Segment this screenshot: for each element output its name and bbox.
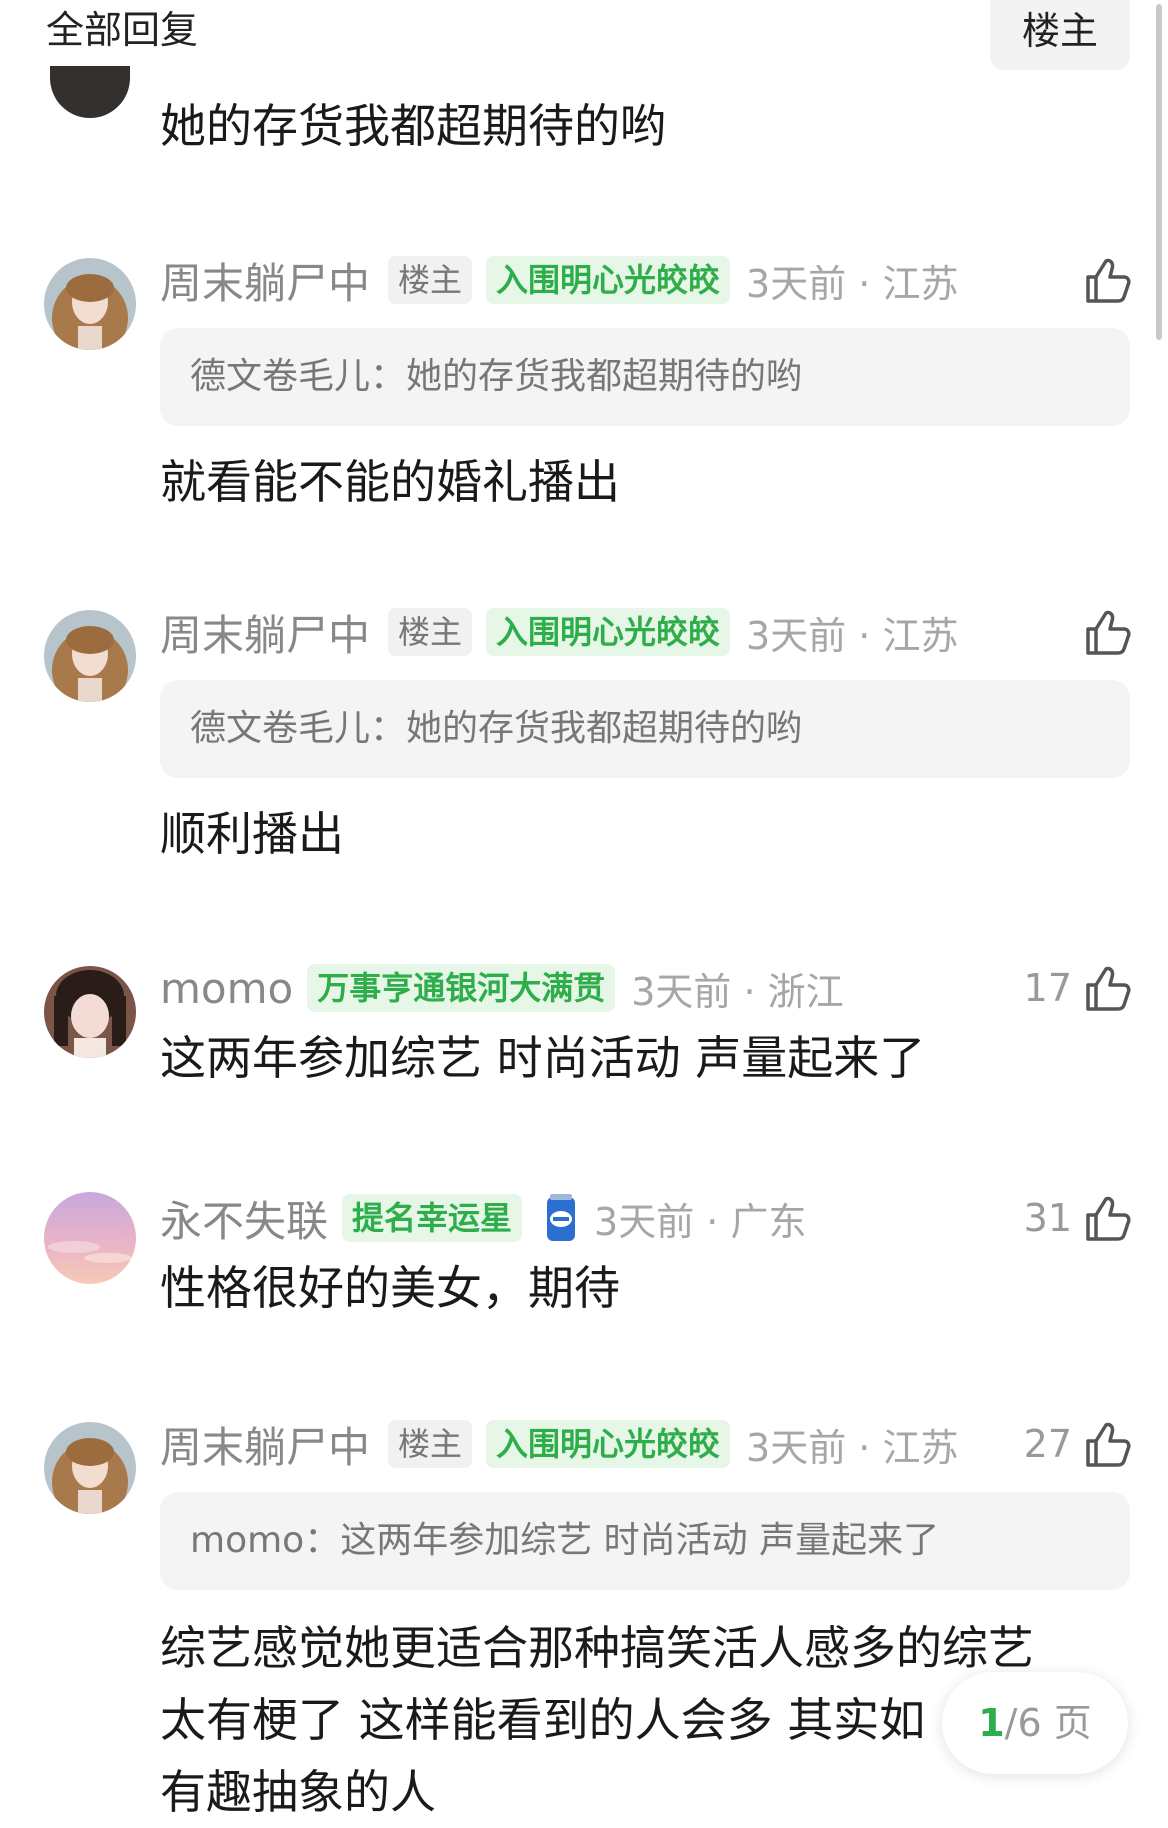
comment-meta: momo 万事亨通银河大满贯 3天前 · 浙江 bbox=[160, 958, 844, 1018]
thumbs-up-icon[interactable] bbox=[1082, 607, 1132, 657]
username[interactable]: momo bbox=[160, 964, 293, 1013]
medal-badge[interactable]: 入围明心光皎皎 bbox=[486, 256, 731, 304]
scrollbar[interactable] bbox=[1156, 4, 1162, 340]
like-count: 27 bbox=[1023, 1422, 1072, 1466]
total-pages: /6 bbox=[1004, 1701, 1042, 1745]
quoted-reply[interactable]: 德文卷毛儿：她的存货我都超期待的哟 bbox=[160, 680, 1130, 778]
thumbs-up-icon[interactable] bbox=[1082, 1193, 1132, 1243]
page-title: 全部回复 bbox=[46, 8, 199, 52]
like-area[interactable]: 27 bbox=[1024, 1414, 1132, 1474]
comment-text: 这两年参加综艺 时尚活动 声量起来了 bbox=[160, 1031, 926, 1085]
username[interactable]: 永不失联 bbox=[160, 1188, 328, 1249]
timestamp-location: 3天前 · 江苏 bbox=[746, 261, 959, 306]
avatar[interactable] bbox=[50, 66, 130, 118]
comment-text: 就看能不能的婚礼播出 bbox=[160, 455, 620, 509]
avatar[interactable] bbox=[44, 1192, 136, 1284]
beverage-can-icon bbox=[544, 1193, 578, 1243]
thumbs-up-icon[interactable] bbox=[1082, 963, 1132, 1013]
username[interactable]: 周末躺尸中 bbox=[160, 250, 370, 311]
thumbs-up-icon[interactable] bbox=[1082, 1419, 1132, 1469]
like-area[interactable] bbox=[1082, 602, 1132, 662]
timestamp-location: 3天前 · 广东 bbox=[594, 1199, 807, 1244]
quoted-reply[interactable]: 德文卷毛儿：她的存货我都超期待的哟 bbox=[160, 328, 1130, 426]
like-area[interactable] bbox=[1082, 250, 1132, 310]
host-only-button[interactable]: 楼主 bbox=[990, 0, 1130, 70]
avatar[interactable] bbox=[44, 258, 136, 350]
page-indicator[interactable]: 1/6 页 bbox=[942, 1672, 1128, 1774]
comment-meta: 周末躺尸中 楼主 入围明心光皎皎 3天前 · 江苏 bbox=[160, 1414, 958, 1474]
like-area[interactable]: 31 bbox=[1024, 1188, 1132, 1248]
comment-text-line: 有趣抽象的人 bbox=[160, 1765, 436, 1819]
quoted-reply[interactable]: momo：这两年参加综艺 时尚活动 声量起来了 bbox=[160, 1492, 1130, 1590]
page-unit: 页 bbox=[1053, 1701, 1092, 1745]
username[interactable]: 周末躺尸中 bbox=[160, 1414, 370, 1475]
timestamp-location: 3天前 · 江苏 bbox=[746, 1425, 959, 1470]
comment-meta: 周末躺尸中 楼主 入围明心光皎皎 3天前 · 江苏 bbox=[160, 250, 958, 310]
comment-text: 性格很好的美女，期待 bbox=[160, 1261, 620, 1315]
medal-badge[interactable]: 入围明心光皎皎 bbox=[486, 1420, 731, 1468]
host-badge: 楼主 bbox=[388, 608, 473, 656]
medal-badge[interactable]: 入围明心光皎皎 bbox=[486, 608, 731, 656]
avatar[interactable] bbox=[44, 610, 136, 702]
comment-meta: 永不失联 提名幸运星 3天前 · 广东 bbox=[160, 1188, 806, 1248]
like-area[interactable]: 17 bbox=[1024, 958, 1132, 1018]
timestamp-location: 3天前 · 江苏 bbox=[746, 613, 959, 658]
avatar[interactable] bbox=[44, 966, 136, 1058]
username[interactable]: 周末躺尸中 bbox=[160, 602, 370, 663]
top-bar: 全部回复 楼主 bbox=[0, 0, 1168, 80]
current-page: 1 bbox=[978, 1701, 1005, 1745]
comment-text: 顺利播出 bbox=[160, 807, 344, 861]
comment-meta: 周末躺尸中 楼主 入围明心光皎皎 3天前 · 江苏 bbox=[160, 602, 958, 662]
like-count: 17 bbox=[1023, 966, 1072, 1010]
like-count: 31 bbox=[1023, 1196, 1072, 1240]
medal-badge[interactable]: 提名幸运星 bbox=[342, 1194, 523, 1242]
host-badge: 楼主 bbox=[388, 256, 473, 304]
medal-badge[interactable]: 万事亨通银河大满贯 bbox=[307, 964, 616, 1012]
thumbs-up-icon[interactable] bbox=[1082, 255, 1132, 305]
host-badge: 楼主 bbox=[388, 1420, 473, 1468]
comment-text: 她的存货我都超期待的哟 bbox=[160, 99, 666, 153]
comment-text-line: 综艺感觉她更适合那种搞笑活人感多的综艺 bbox=[160, 1621, 1034, 1675]
avatar[interactable] bbox=[44, 1422, 136, 1514]
timestamp-location: 3天前 · 浙江 bbox=[631, 969, 844, 1014]
